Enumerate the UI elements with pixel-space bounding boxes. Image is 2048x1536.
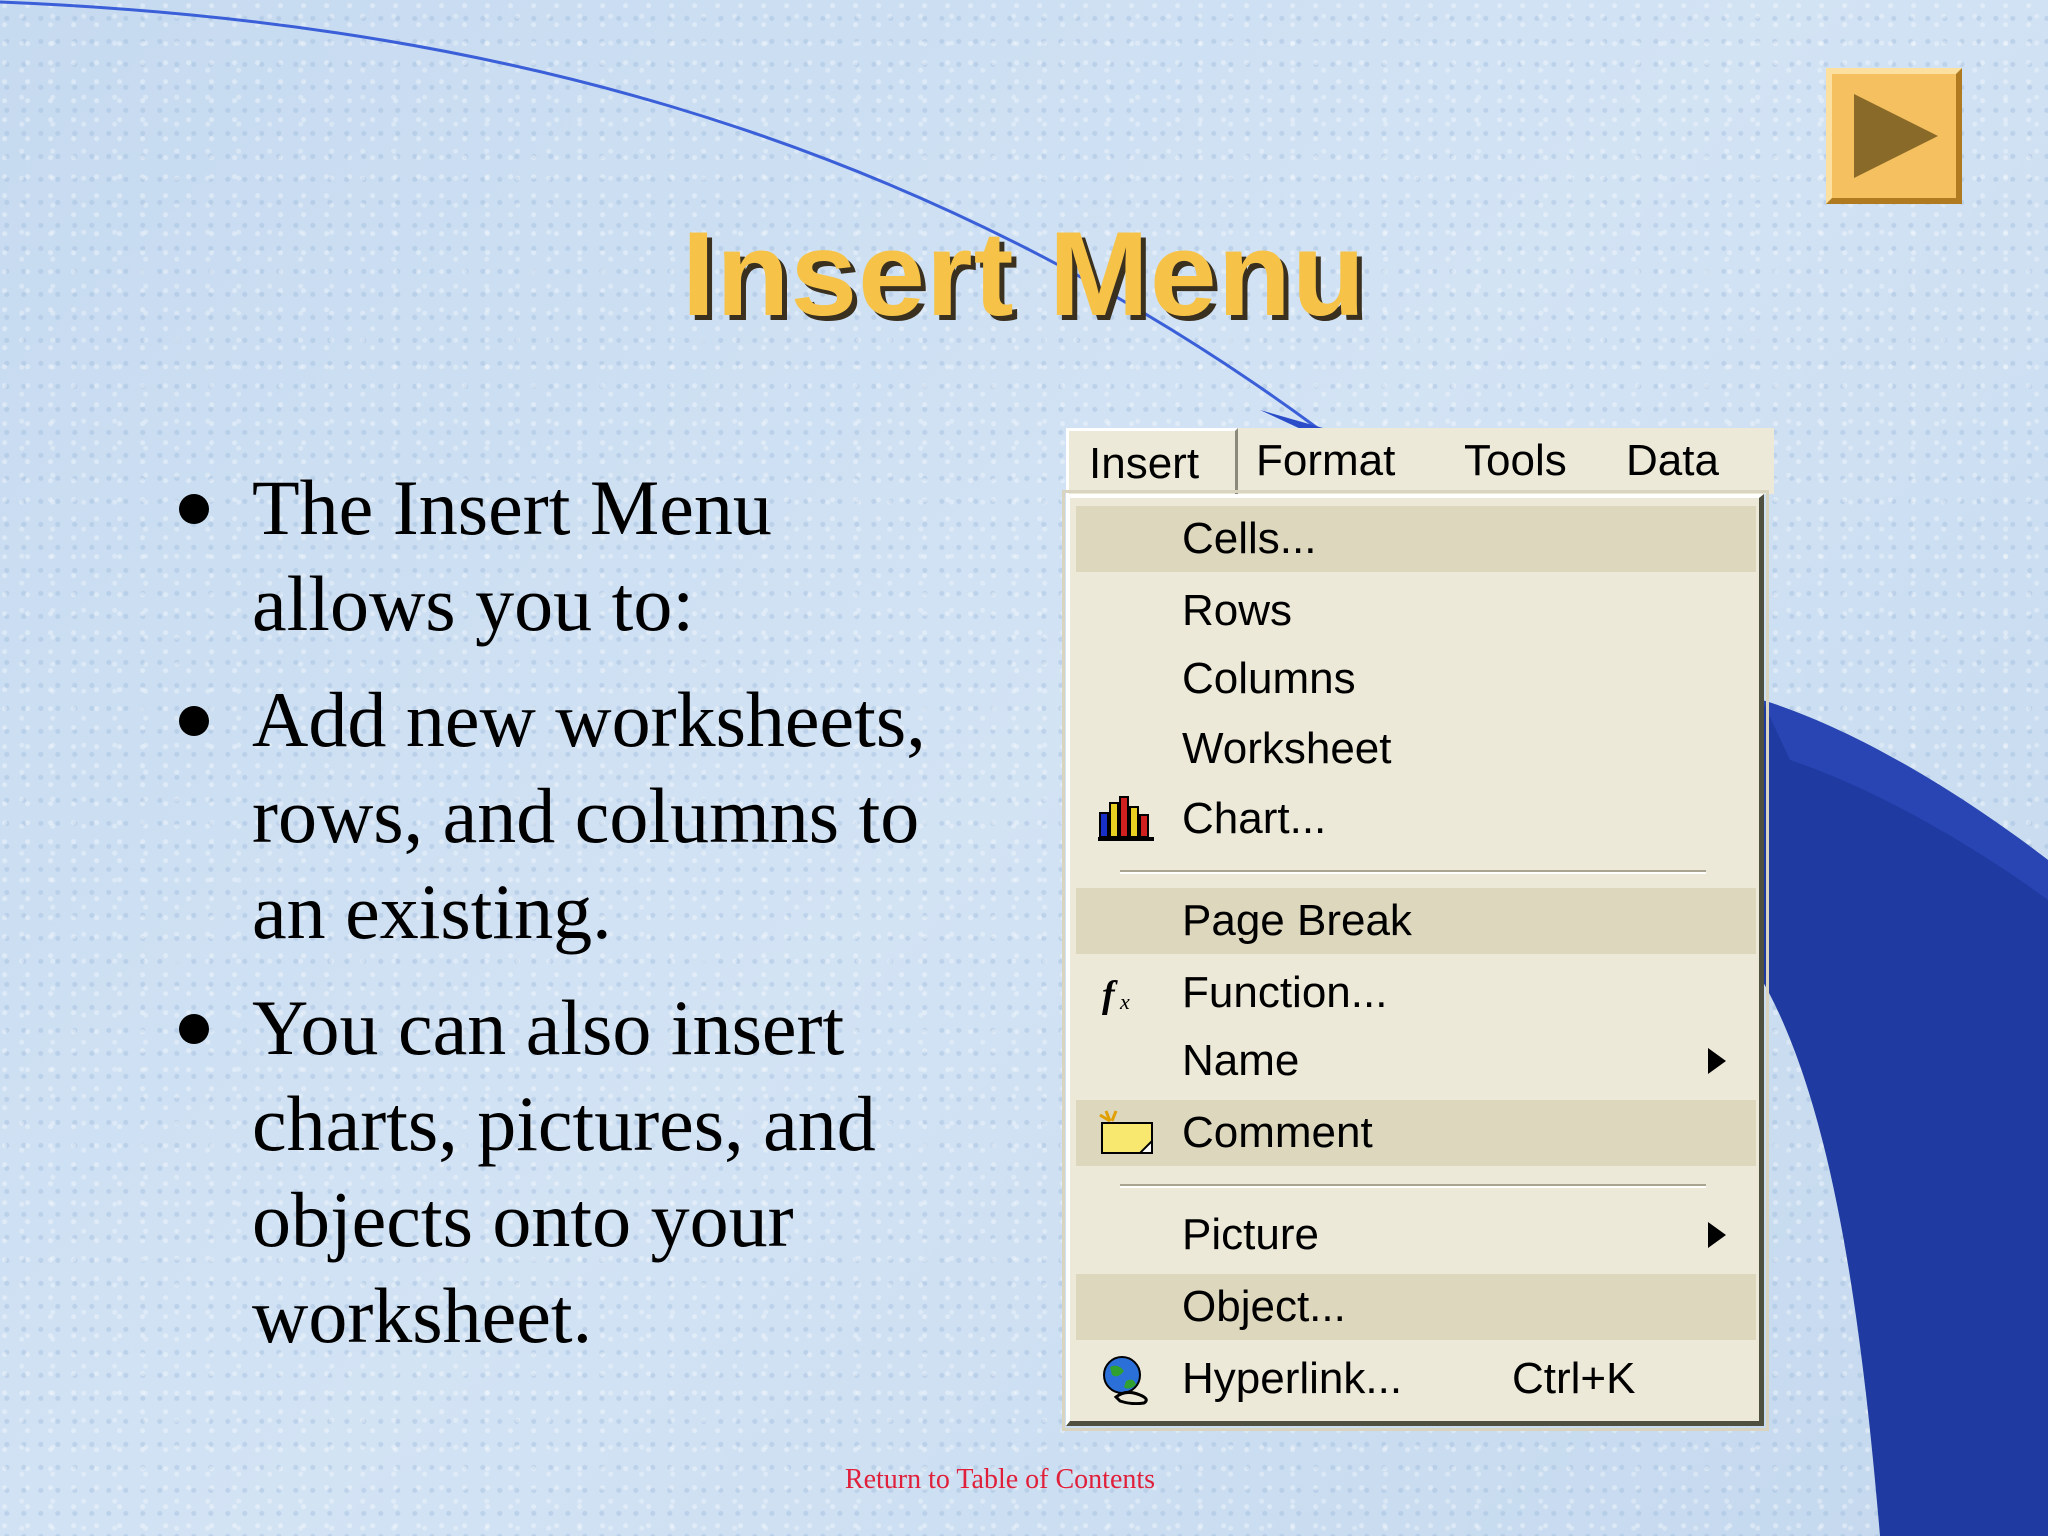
menu-item-name[interactable]: Name bbox=[1076, 1028, 1756, 1094]
play-arrow-icon bbox=[1854, 94, 1938, 178]
menu-item-page-break[interactable]: Page Break bbox=[1076, 888, 1756, 954]
menu-item-function[interactable]: f x Function... bbox=[1076, 960, 1756, 1026]
menu-item-picture[interactable]: Picture bbox=[1076, 1202, 1756, 1268]
menu-separator bbox=[1120, 870, 1706, 874]
menu-item-cells[interactable]: Cells... bbox=[1076, 506, 1756, 572]
menu-item-chart[interactable]: Chart... bbox=[1076, 786, 1756, 852]
menu-data[interactable]: Data bbox=[1626, 428, 1719, 494]
chart-icon bbox=[1098, 796, 1154, 841]
menu-tools[interactable]: Tools bbox=[1464, 428, 1567, 494]
menu-bar: Insert Format Tools Data bbox=[1066, 428, 1774, 498]
svg-text:f: f bbox=[1102, 974, 1118, 1016]
menu-insert[interactable]: Insert bbox=[1066, 428, 1238, 498]
hyperlink-icon bbox=[1103, 1356, 1148, 1405]
menu-item-columns[interactable]: Columns bbox=[1076, 646, 1756, 712]
submenu-arrow-icon bbox=[1708, 1222, 1726, 1248]
menu-item-rows[interactable]: Rows bbox=[1076, 578, 1756, 644]
bullet-item: You can also insert charts, pictures, an… bbox=[175, 980, 975, 1364]
menu-item-hyperlink[interactable]: Hyperlink... Ctrl+K bbox=[1076, 1346, 1756, 1412]
function-icon: f x bbox=[1102, 974, 1130, 1016]
shortcut-label: Ctrl+K bbox=[1512, 1354, 1636, 1403]
submenu-arrow-icon bbox=[1708, 1048, 1726, 1074]
menu-separator bbox=[1120, 1184, 1706, 1188]
menu-item-object[interactable]: Object... bbox=[1076, 1274, 1756, 1340]
menu-format[interactable]: Format bbox=[1256, 428, 1395, 494]
bullet-item: Add new worksheets, rows, and columns to… bbox=[175, 672, 975, 960]
return-to-toc-link[interactable]: Return to Table of Contents bbox=[0, 1464, 2000, 1496]
page-title: Insert Menu bbox=[681, 207, 1367, 341]
bullet-icon bbox=[179, 706, 209, 736]
menu-item-worksheet[interactable]: Worksheet bbox=[1076, 716, 1756, 782]
bullet-item: The Insert Menu allows you to: bbox=[175, 460, 975, 652]
bullet-icon bbox=[179, 494, 209, 524]
insert-dropdown-menu: Cells... Rows Columns Worksheet Chart...… bbox=[1062, 490, 1769, 1431]
menu-item-comment[interactable]: Comment bbox=[1076, 1100, 1756, 1166]
next-slide-button[interactable] bbox=[1826, 68, 1962, 204]
bullet-icon bbox=[179, 1014, 209, 1044]
svg-text:x: x bbox=[1119, 989, 1130, 1014]
comment-icon bbox=[1099, 1110, 1153, 1154]
bullet-list: The Insert Menu allows you to: Add new w… bbox=[175, 460, 975, 1384]
